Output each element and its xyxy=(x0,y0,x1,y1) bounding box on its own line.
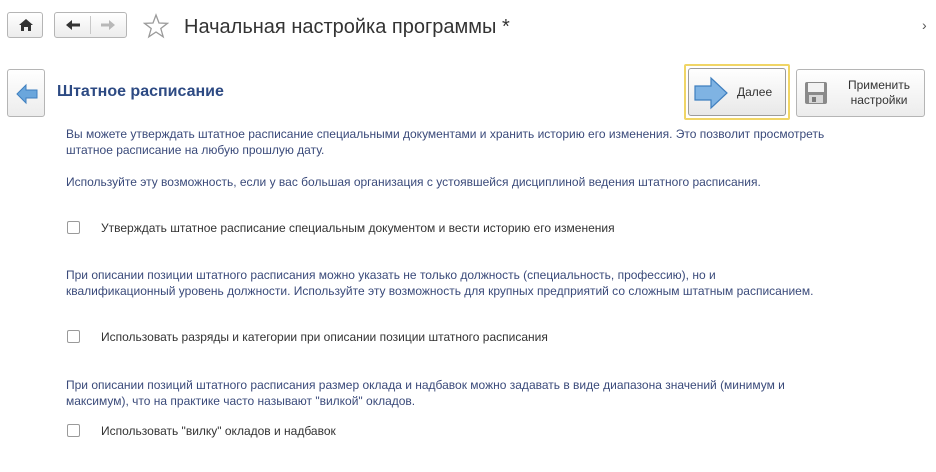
apply-settings-button[interactable]: Применить настройки xyxy=(796,69,925,117)
navigation-group xyxy=(54,12,127,38)
next-button[interactable]: Далее xyxy=(688,68,786,116)
back-step-button[interactable] xyxy=(7,69,45,117)
forward-nav-button[interactable] xyxy=(91,13,126,37)
checkbox-label[interactable]: Использовать разряды и категории при опи… xyxy=(101,329,548,345)
back-nav-button[interactable] xyxy=(55,13,90,37)
window-title: Начальная настройка программы * xyxy=(184,16,510,38)
next-button-label: Далее xyxy=(737,85,773,99)
section-title: Штатное расписание xyxy=(57,83,224,100)
arrow-right-icon xyxy=(694,76,728,110)
arrow-left-icon xyxy=(16,83,38,105)
apply-settings-label: Применить настройки xyxy=(847,78,910,107)
checkbox[interactable] xyxy=(67,424,80,437)
favorite-star-icon[interactable] xyxy=(142,13,170,44)
description-paragraph-4: При описании позиций штатного расписания… xyxy=(66,378,785,408)
checkbox-label[interactable]: Использовать "вилку" окладов и надбавок xyxy=(101,423,336,439)
checkbox[interactable] xyxy=(67,221,80,234)
description-paragraph-1: Вы можете утверждать штатное расписание … xyxy=(66,127,825,157)
checkbox[interactable] xyxy=(67,330,80,343)
save-disk-icon xyxy=(805,82,827,104)
home-icon xyxy=(19,19,33,31)
description-paragraph-2: Используйте эту возможность, если у вас … xyxy=(66,175,761,189)
arrow-right-icon xyxy=(101,20,115,30)
chevron-right-icon[interactable]: › xyxy=(922,17,927,33)
checkbox-label[interactable]: Утверждать штатное расписание специальны… xyxy=(101,220,615,236)
arrow-left-icon xyxy=(66,20,80,30)
home-button[interactable] xyxy=(7,12,43,38)
next-button-focus-frame: Далее xyxy=(684,64,790,120)
description-paragraph-3: При описании позиции штатного расписания… xyxy=(66,268,814,298)
